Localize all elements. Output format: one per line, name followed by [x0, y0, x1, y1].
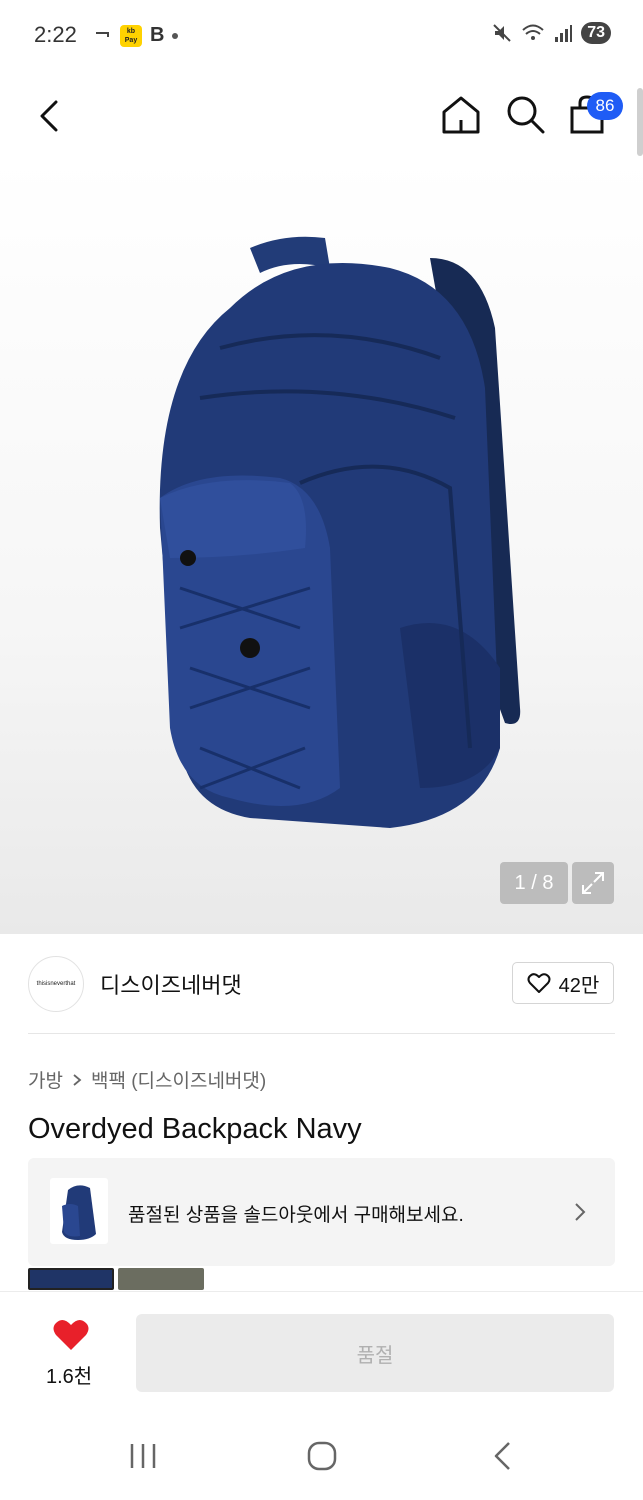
brand-logo-text: thisisneverthat	[36, 981, 76, 987]
brand-row: thisisneverthat 디스이즈네버댓 42만	[28, 954, 615, 1014]
scrollbar[interactable]	[637, 88, 643, 156]
notification-dot-icon	[172, 32, 179, 39]
backpack-thumbnail-image	[62, 1185, 96, 1240]
breadcrumb-category[interactable]: 가방	[28, 1066, 63, 1093]
chevron-right-icon	[73, 1073, 82, 1086]
search-icon	[507, 96, 545, 134]
banner-text: 품절된 상품을 솔드아웃에서 구매해보세요.	[128, 1205, 464, 1226]
image-counter: 1 / 8	[500, 862, 568, 904]
product-title: Overdyed Backpack Navy	[28, 1113, 362, 1145]
system-navigation-bar	[0, 1411, 643, 1500]
mute-icon	[493, 24, 511, 42]
back-button[interactable]	[28, 94, 72, 138]
soldout-marketplace-banner[interactable]: 품절된 상품을 솔드아웃에서 구매해보세요.	[28, 1158, 615, 1266]
variant-thumbnail-olive[interactable]	[118, 1268, 204, 1290]
breadcrumb-subcategory[interactable]: 백팩 (디스이즈네버댓)	[91, 1066, 266, 1093]
expand-button[interactable]	[572, 862, 614, 904]
variant-thumbnail-navy[interactable]	[28, 1268, 114, 1290]
divider	[28, 1033, 615, 1034]
wish-count: 1.6천	[46, 1366, 93, 1388]
back-nav-icon[interactable]	[490, 1440, 514, 1472]
battery-indicator: 73	[581, 22, 611, 44]
home-icon	[442, 96, 480, 134]
screen-share-icon	[96, 31, 109, 37]
recent-apps-icon[interactable]	[128, 1442, 158, 1470]
heart-filled-icon[interactable]	[52, 1318, 90, 1352]
soldout-button-label: 품절	[356, 1344, 394, 1367]
backpack-image	[159, 236, 521, 828]
status-left-icons: kb Pay B	[94, 24, 179, 47]
soldout-button[interactable]: 품절	[136, 1314, 614, 1392]
status-right-icons: 73	[491, 22, 611, 44]
brand-name[interactable]: 디스이즈네버댓	[100, 968, 242, 1000]
expand-icon	[582, 872, 604, 894]
banner-product-thumbnail	[50, 1178, 108, 1244]
top-navigation	[0, 72, 643, 158]
search-button[interactable]	[503, 92, 549, 138]
brand-logo[interactable]: thisisneverthat	[28, 956, 84, 1012]
brand-like-button[interactable]: 42만	[512, 962, 614, 1004]
home-nav-icon[interactable]	[306, 1440, 338, 1472]
signal-icon	[555, 25, 573, 42]
color-variant-thumbnails	[28, 1268, 204, 1290]
breadcrumb: 가방 백팩 (디스이즈네버댓)	[28, 1066, 266, 1093]
brand-like-count: 42만	[558, 974, 600, 997]
status-time: 2:22	[34, 22, 77, 47]
cart-count-badge: 86	[587, 92, 623, 120]
status-bar: 2:22 kb Pay B 73	[0, 0, 643, 72]
chevron-left-icon	[40, 100, 58, 132]
product-image-gallery[interactable]	[0, 158, 643, 934]
b-app-icon: B	[150, 24, 165, 46]
home-button[interactable]	[438, 92, 484, 138]
wifi-icon	[522, 24, 544, 40]
heart-outline-icon	[527, 973, 551, 993]
chevron-right-icon	[575, 1203, 586, 1221]
kakaopay-icon: kb Pay	[120, 24, 142, 47]
